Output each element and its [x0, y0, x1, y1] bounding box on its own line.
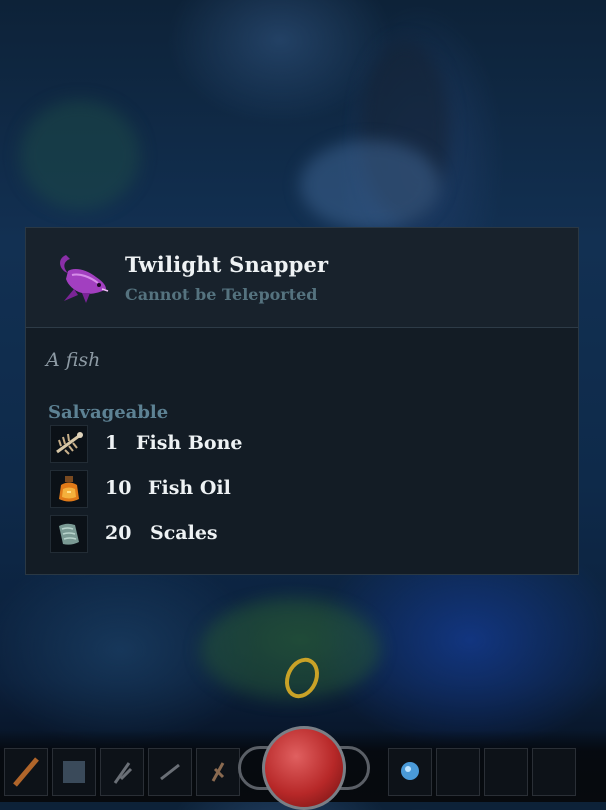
skill-hotbar: [0, 726, 606, 810]
fish-oil-icon: [50, 470, 88, 508]
background-rock: [20, 100, 140, 210]
tooltip-header: Twilight Snapper Cannot be Teleported: [26, 228, 578, 328]
material-quantity: 20: [105, 522, 132, 544]
salvage-material-row: 20 Scales: [50, 515, 450, 555]
hotbar-slot[interactable]: [148, 748, 192, 796]
hotbar-slot[interactable]: [388, 748, 432, 796]
purple-fish-icon: [60, 255, 109, 303]
material-name: Fish Bone: [136, 432, 243, 454]
salvage-material-row: 1 Fish Bone: [50, 425, 450, 465]
scales-icon: [50, 515, 88, 553]
hotbar-slot[interactable]: [4, 748, 48, 796]
item-name: Twilight Snapper: [125, 252, 329, 277]
item-teleport-status: Cannot be Teleported: [125, 285, 318, 304]
material-name: Scales: [150, 522, 218, 544]
item-tooltip: Twilight Snapper Cannot be Teleported A …: [25, 227, 579, 575]
health-orb: [262, 726, 346, 810]
background-rock: [300, 140, 440, 230]
material-name: Fish Oil: [148, 477, 231, 499]
hotbar-slot[interactable]: [436, 748, 480, 796]
hotbar-slot[interactable]: [484, 748, 528, 796]
hotbar-slot[interactable]: [532, 748, 576, 796]
item-description: A fish: [46, 349, 101, 371]
fish-bone-icon: [50, 425, 88, 463]
salvageable-label: Salvageable: [48, 402, 169, 423]
hotbar-slot[interactable]: [100, 748, 144, 796]
material-quantity: 1: [105, 432, 119, 454]
hotbar-slot[interactable]: [196, 748, 240, 796]
material-quantity: 10: [105, 477, 132, 499]
hotbar-slot[interactable]: [52, 748, 96, 796]
salvage-material-row: 10 Fish Oil: [50, 470, 450, 510]
